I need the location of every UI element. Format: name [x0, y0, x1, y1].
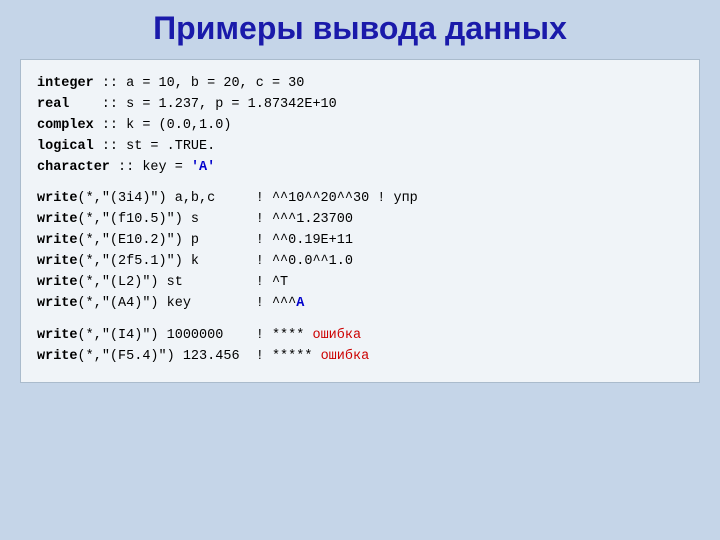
page-title: Примеры вывода данных [153, 10, 567, 47]
write-line-2: write(*,"(f10.5)") s ! ^^^1.23700 [37, 210, 683, 231]
write-line-3: write(*,"(E10.2)") p ! ^^0.19E+11 [37, 231, 683, 252]
write-line-1: write(*,"(3i4)") a,b,c ! ^^10^^20^^30 ! … [37, 189, 683, 210]
error-line-2: write(*,"(F5.4)") 123.456 ! ***** ошибка [37, 347, 683, 368]
error-line-1: write(*,"(I4)") 1000000 ! **** ошибка [37, 326, 683, 347]
int-decl-line: integer :: a = 10, b = 20, c = 30 [37, 74, 683, 95]
write-line-6: write(*,"(A4)") key ! ^^^A [37, 294, 683, 315]
real-decl-line: real :: s = 1.237, p = 1.87342E+10 [37, 95, 683, 116]
logical-decl-line: logical :: st = .TRUE. [37, 137, 683, 158]
char-decl-line: character :: key = 'A' [37, 158, 683, 179]
blank-2 [37, 315, 683, 326]
write-line-5: write(*,"(L2)") st ! ^T [37, 273, 683, 294]
write-line-4: write(*,"(2f5.1)") k ! ^^0.0^^1.0 [37, 252, 683, 273]
complex-decl-line: complex :: k = (0.0,1.0) [37, 116, 683, 137]
code-box: integer :: a = 10, b = 20, c = 30 real :… [20, 59, 700, 383]
blank-1 [37, 179, 683, 190]
